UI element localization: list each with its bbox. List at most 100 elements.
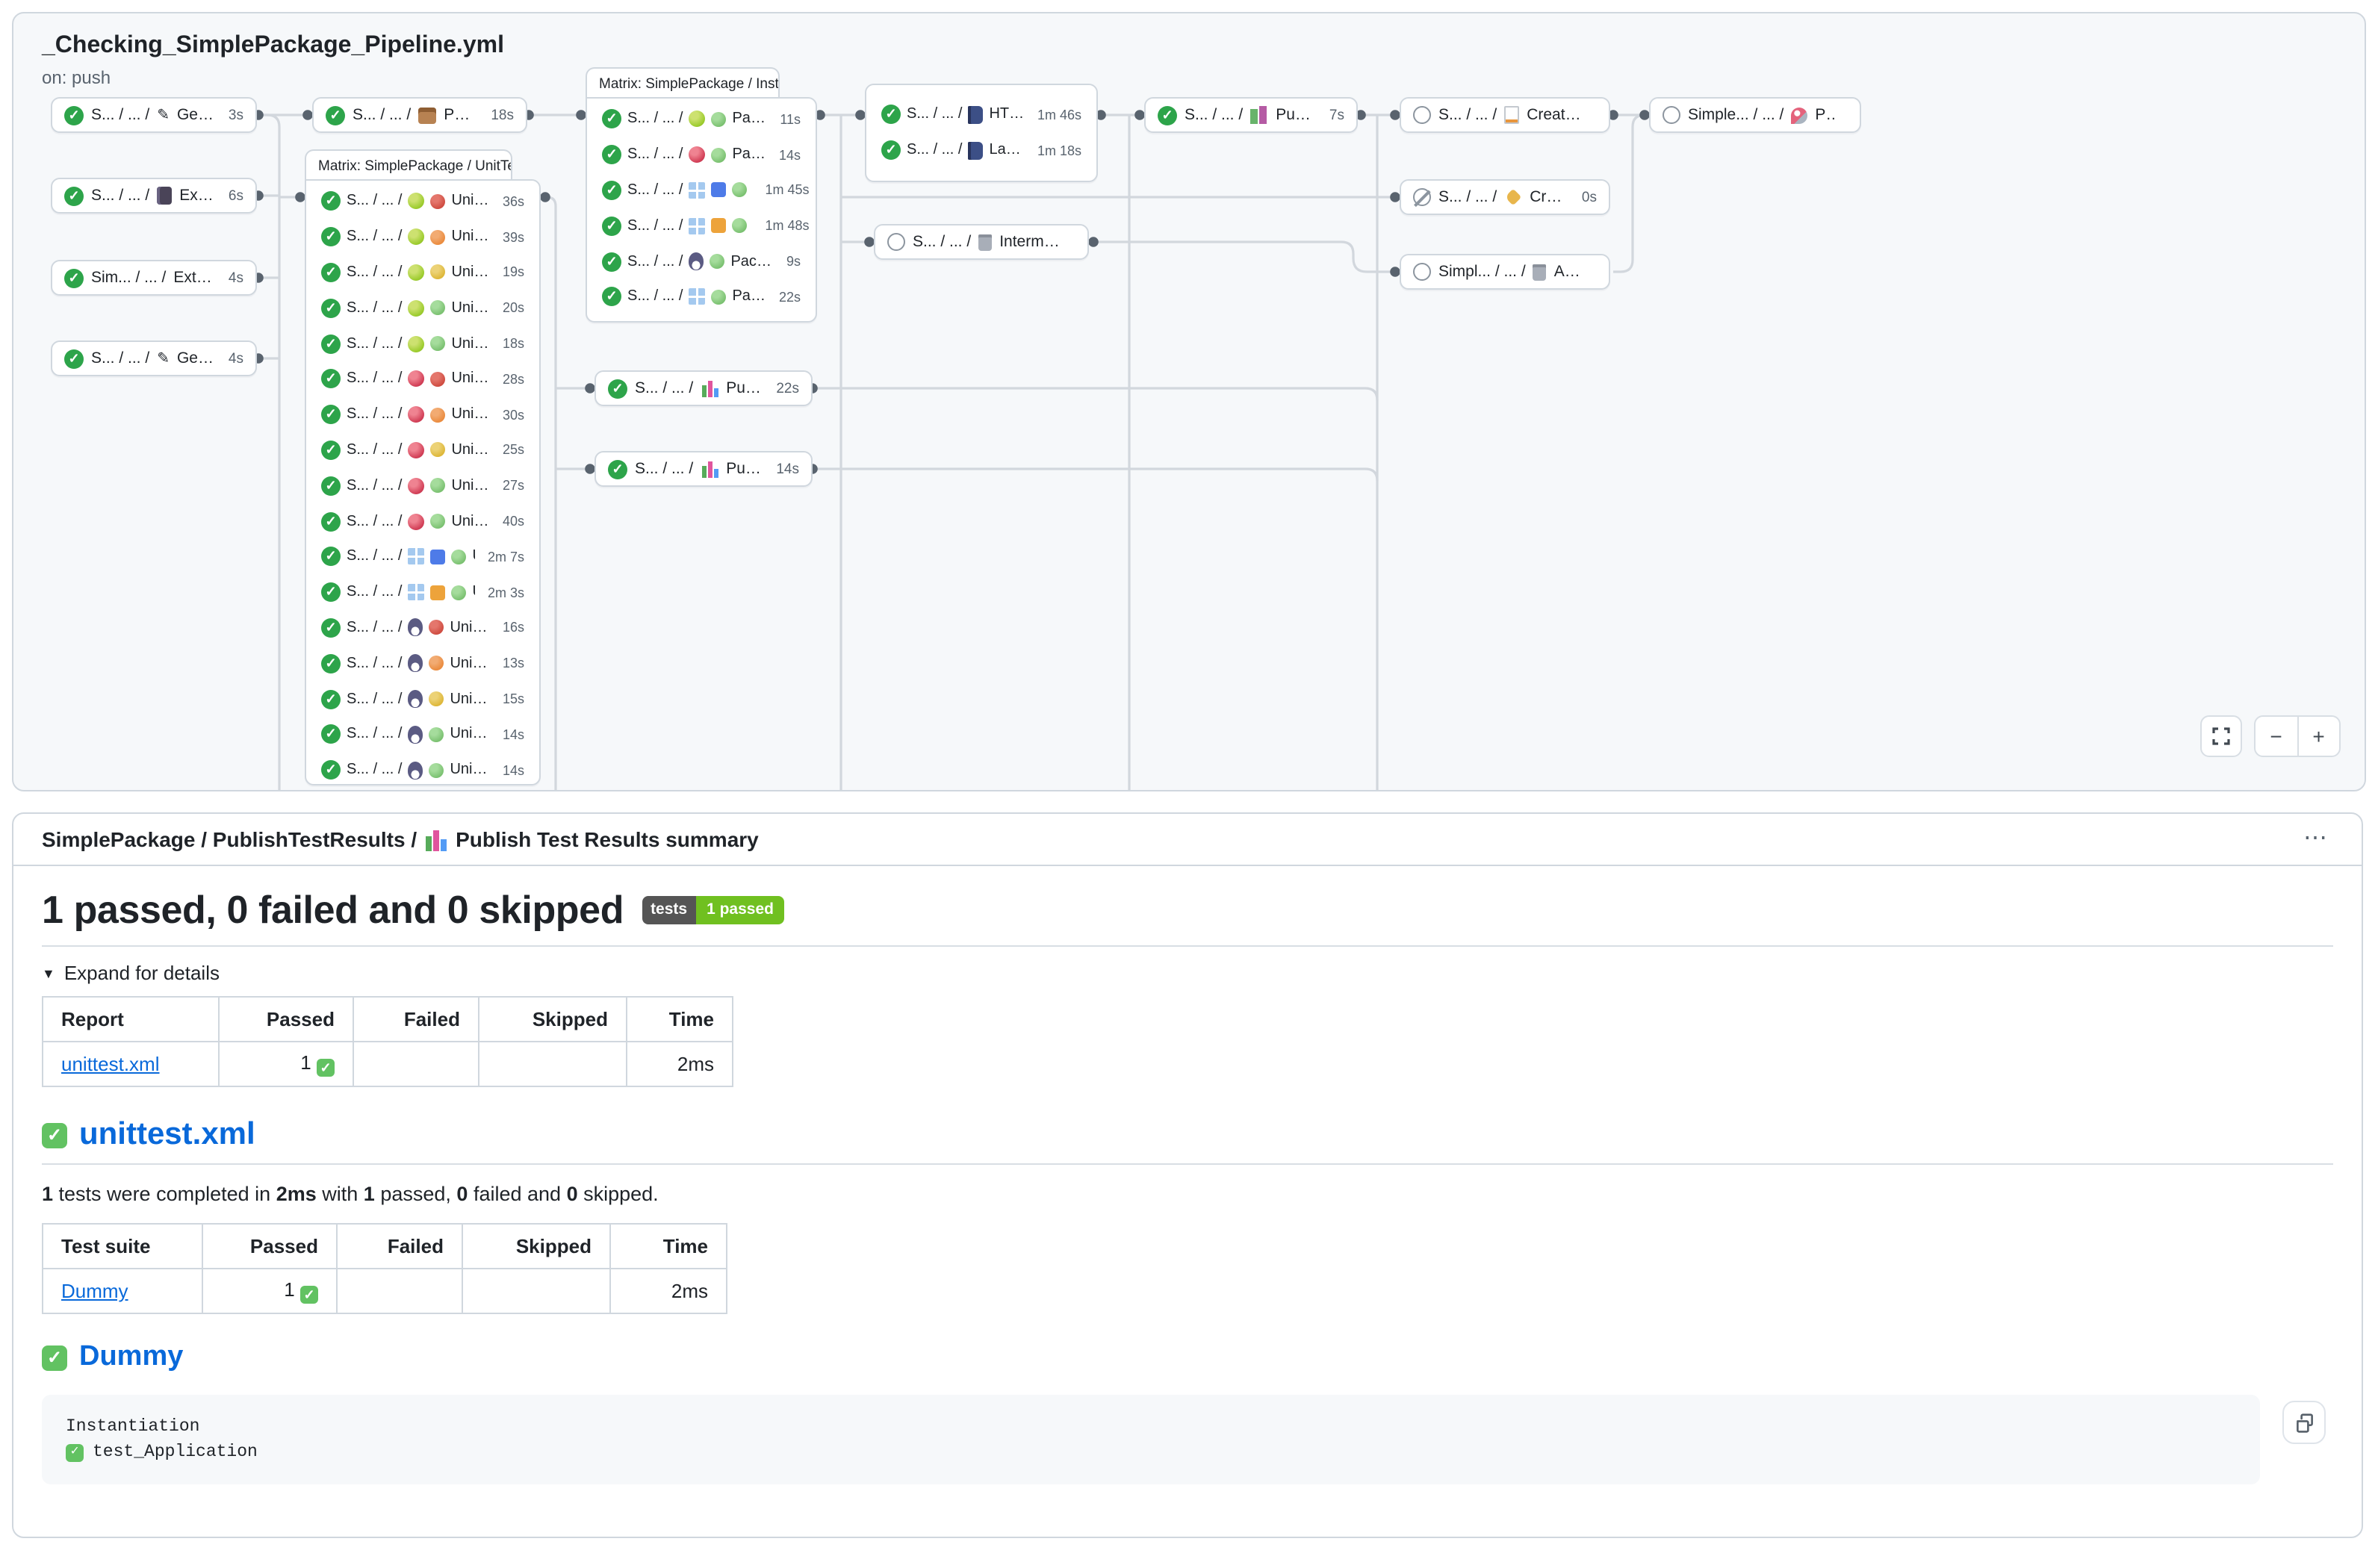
group-job-row[interactable]: S... / ... /Unit Tests - ...18s [306, 326, 539, 361]
group-job-row[interactable]: S... / ... /Unit Tests - ...30s [306, 397, 539, 433]
group-job-row[interactable]: S... / ... /HTML Docu...1m 46s [866, 97, 1096, 133]
expand-for-details-toggle[interactable]: ▼ Expand for details [42, 962, 2333, 984]
file-section-link[interactable]: unittest.xml [79, 1117, 255, 1153]
column-header: Passed [202, 1224, 337, 1269]
graph-node-publish-code-coverage[interactable]: S... / ... /Publish Code C...22s [594, 370, 813, 406]
group-job-row[interactable]: S... / ... /Unit Tests - ...27s [306, 468, 539, 504]
job-duration: 2m 3s [482, 585, 524, 600]
group-job-row[interactable]: S... / ... /Packa...1m 45s [587, 172, 816, 208]
success-status-icon [602, 110, 621, 129]
table-cell-link[interactable]: unittest.xml [61, 1053, 160, 1075]
table-row: Dummy1 2ms [43, 1269, 727, 1313]
fullscreen-button[interactable] [2200, 715, 2242, 757]
job-label: Unit Tests - ... [451, 264, 491, 281]
group-job-row[interactable]: S... / ... /Unit T...2m 3s [306, 575, 539, 611]
job-label: Package in Sou... [444, 106, 477, 124]
group-job-row[interactable]: S... / ... /Package ins...22s [587, 279, 816, 315]
job-prefix: S... / ... / [353, 106, 411, 124]
table-header-row: Test suitePassedFailedSkippedTime [43, 1224, 727, 1269]
group-job-row[interactable]: S... / ... /Unit Tests - ...19s [306, 255, 539, 290]
green-apple-icon [408, 335, 424, 352]
job-label: Unit Tests - ... [451, 478, 491, 494]
kebab-menu-button[interactable]: ⋯ [2297, 824, 2333, 854]
graph-node-artifact-cleanup[interactable]: Simpl... / ... /Artifact Cleanup [1400, 254, 1610, 290]
job-duration: 14s [770, 461, 799, 477]
job-label: Unit Tests - ... [450, 691, 491, 707]
job-prefix: S... / ... / [347, 300, 402, 317]
job-label: Unit Tests - ... [451, 513, 491, 529]
graph-node-publish-to-gh-pages[interactable]: S... / ... /Publish to GH-P...7s [1144, 97, 1358, 133]
table-cell-link[interactable]: Dummy [61, 1280, 128, 1302]
badge-label: tests [642, 896, 696, 925]
group-job-row[interactable]: S... / ... /Unit Tests - ...39s [306, 220, 539, 255]
job-label: Publish to PyPI [1815, 106, 1834, 124]
group-job-row[interactable]: S... / ... /Unit Tests - ...15s [306, 681, 539, 717]
job-prefix: S... / ... / [907, 142, 962, 158]
job-duration: 13s [497, 656, 524, 671]
graph-node-extract-information[interactable]: Sim... / ... /Extract Information4s [51, 260, 257, 296]
graph-node-package-in-source[interactable]: S... / ... /Package in Sou...18s [312, 97, 527, 133]
group-job-row[interactable]: S... / ... /Unit Tests - ...13s [306, 646, 539, 682]
red-apple-icon [408, 513, 424, 529]
suite-section-link[interactable]: Dummy [79, 1341, 183, 1374]
graph-node-create-or-update-release[interactable]: S... / ... /Create or Update R... [1400, 97, 1610, 133]
group-box-matrix-unittest: S... / ... /Unit Tests - ...36sS... / ..… [305, 179, 541, 785]
job-label: LaTeX Docu... [989, 142, 1025, 158]
job-label: Unit Tests - ... [450, 727, 491, 743]
job-label: Package ins... [732, 146, 767, 163]
summary-title: Publish Test Results summary [456, 827, 759, 851]
graph-node-publish-to-pypi[interactable]: Simple... / ... /Publish to PyPI [1649, 97, 1861, 133]
job-label: Package ins... [732, 111, 768, 128]
job-label: Unit T... [472, 549, 476, 565]
graph-node-create-tag[interactable]: S... / ... /Create tag '${{ in...0s [1400, 179, 1610, 215]
group-job-row[interactable]: S... / ... /LaTeX Docu...1m 18s [866, 133, 1096, 169]
graph-node-generate-pipeline-1[interactable]: S... / ... /Generate pipelin...3s [51, 97, 257, 133]
column-header: Skipped [462, 1224, 610, 1269]
check-badge-icon [42, 1122, 67, 1148]
group-job-row[interactable]: S... / ... /Unit Tests - ...16s [306, 610, 539, 646]
graph-node-generate-pipeline-2[interactable]: S... / ... /Generate pipelin...4s [51, 340, 257, 376]
job-duration: 25s [497, 443, 524, 458]
matrix-group-tab-matrix-install: Matrix: SimplePackage / Install / ... [586, 67, 780, 99]
job-duration: 7s [1323, 107, 1344, 123]
page: _Checking_SimplePackage_Pipeline.yml on:… [0, 0, 2378, 1568]
window-icon [408, 549, 424, 565]
job-duration: 11s [774, 112, 801, 127]
group-job-row[interactable]: S... / ... /Package inst...9s [587, 243, 816, 279]
group-job-row[interactable]: S... / ... /Unit Tests - ...28s [306, 361, 539, 397]
copy-button[interactable] [2282, 1401, 2326, 1444]
group-job-row[interactable]: S... / ... /Unit T...2m 7s [306, 539, 539, 575]
green-circle-icon [711, 112, 726, 127]
group-job-row[interactable]: S... / ... /Package ins...11s [587, 102, 816, 137]
group-job-row[interactable]: S... / ... /Unit Tests - ...36s [306, 184, 539, 220]
penguin-icon [408, 726, 423, 744]
success-status-icon [321, 511, 341, 531]
group-job-row[interactable]: S... / ... /Unit Tests - ...14s [306, 717, 539, 753]
graph-node-publish-test-results[interactable]: S... / ... /Publish Test Re...14s [594, 451, 813, 487]
file-section-heading: unittest.xml [42, 1117, 2333, 1165]
group-job-row[interactable]: S... / ... /Unit Tests - ...20s [306, 290, 539, 326]
graph-node-intermediate-artifacts[interactable]: S... / ... /Intermediate Artifa... [874, 224, 1089, 260]
zoom-out-button[interactable]: − [2256, 717, 2298, 756]
job-duration: 4s [223, 350, 243, 367]
job-duration: 15s [497, 691, 524, 706]
code-line: Instantiation [66, 1414, 2236, 1440]
trash-icon [1533, 264, 1547, 280]
group-job-row[interactable]: S... / ... /Packa...1m 48s [587, 208, 816, 244]
job-prefix: S... / ... / [347, 620, 402, 636]
job-label: Publish Code C... [726, 379, 763, 397]
zoom-in-button[interactable]: + [2298, 717, 2339, 756]
job-label: Unit Tests - ... [451, 371, 491, 388]
group-job-row[interactable]: S... / ... /Package ins...14s [587, 137, 816, 173]
success-status-icon [321, 582, 341, 602]
red-circle-icon [429, 620, 444, 635]
group-job-row[interactable]: S... / ... /Unit Tests - ...14s [306, 753, 539, 788]
job-label: Unit Tests - ... [450, 620, 491, 636]
group-job-row[interactable]: S... / ... /Unit Tests - ...25s [306, 432, 539, 468]
group-job-row[interactable]: S... / ... /Unit Tests - ...40s [306, 503, 539, 539]
job-label: Create or Update R... [1527, 106, 1583, 124]
green-circle-icon [711, 290, 726, 305]
graph-node-extract-configuration[interactable]: S... / ... /Extract configur...6s [51, 178, 257, 214]
job-label: Generate pipelin... [177, 349, 215, 367]
success-status-icon [321, 227, 341, 246]
